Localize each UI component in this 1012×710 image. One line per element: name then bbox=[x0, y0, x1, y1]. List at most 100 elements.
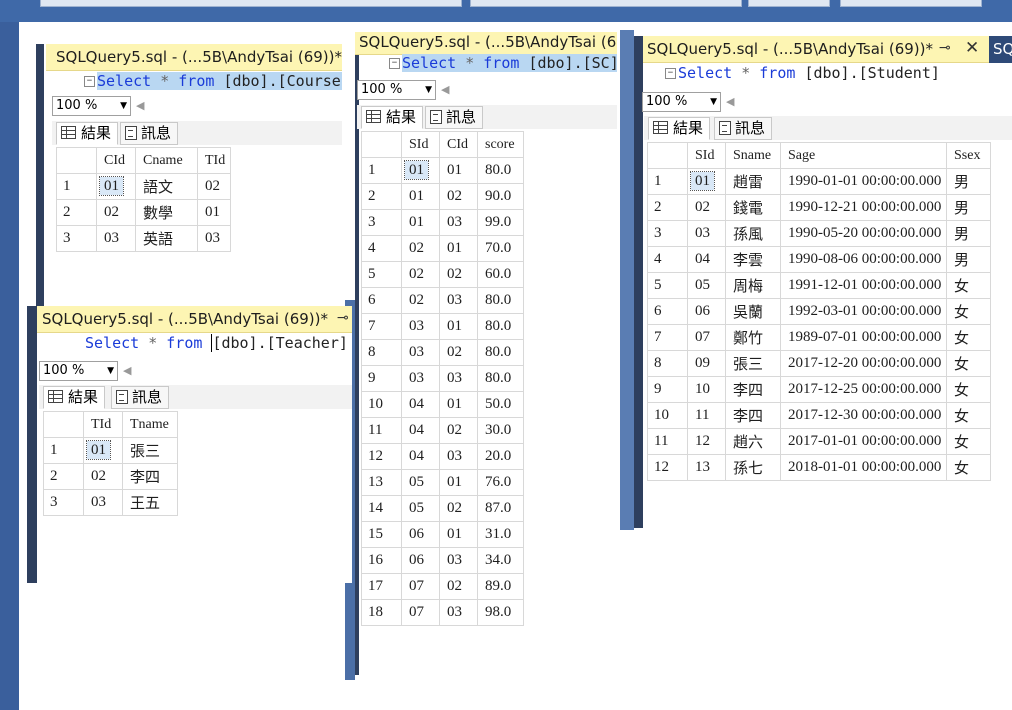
row-number[interactable]: 18 bbox=[361, 599, 402, 626]
table-cell[interactable]: 02 bbox=[439, 573, 478, 600]
row-number[interactable]: 12 bbox=[647, 454, 688, 481]
table-cell[interactable]: 趙六 bbox=[725, 428, 781, 455]
column-header[interactable]: score bbox=[477, 131, 524, 158]
table-cell[interactable]: 03 bbox=[439, 365, 478, 392]
table-cell[interactable]: 趙雷 bbox=[725, 168, 781, 195]
table-cell[interactable]: 60.0 bbox=[477, 261, 524, 288]
row-number[interactable]: 3 bbox=[43, 489, 84, 516]
table-cell[interactable]: 02 bbox=[401, 287, 440, 314]
table-cell[interactable]: 12 bbox=[687, 428, 726, 455]
table-row[interactable]: 11 04 02 30.0 bbox=[361, 417, 524, 444]
row-number[interactable]: 2 bbox=[43, 463, 84, 490]
table-row[interactable]: 5 02 02 60.0 bbox=[361, 261, 524, 288]
row-number[interactable]: 12 bbox=[361, 443, 402, 470]
row-number[interactable]: 4 bbox=[647, 246, 688, 273]
row-number[interactable]: 5 bbox=[647, 272, 688, 299]
tab-messages[interactable]: 訊息 bbox=[425, 106, 484, 129]
table-cell[interactable]: 01 bbox=[83, 437, 123, 464]
scroll-left-icon[interactable]: ◀ bbox=[136, 96, 144, 116]
scroll-left-icon[interactable]: ◀ bbox=[441, 80, 449, 100]
table-cell[interactable]: 09 bbox=[687, 350, 726, 377]
row-number[interactable]: 11 bbox=[647, 428, 688, 455]
sql-editor-line[interactable]: Select * from [dbo].[Teacher] bbox=[85, 334, 348, 356]
table-cell[interactable]: 01 bbox=[439, 469, 478, 496]
table-cell[interactable]: 05 bbox=[687, 272, 726, 299]
table-cell[interactable]: 1990-01-01 00:00:00.000 bbox=[780, 168, 947, 195]
table-cell[interactable]: 1989-07-01 00:00:00.000 bbox=[780, 324, 947, 351]
table-cell[interactable]: 02 bbox=[439, 183, 478, 210]
table-cell[interactable]: 01 bbox=[439, 313, 478, 340]
row-number[interactable]: 10 bbox=[361, 391, 402, 418]
table-cell[interactable]: 31.0 bbox=[477, 521, 524, 548]
table-row[interactable]: 3 03 王五 bbox=[43, 489, 178, 516]
table-row[interactable]: 15 06 01 31.0 bbox=[361, 521, 524, 548]
column-header[interactable]: TId bbox=[83, 411, 123, 438]
table-cell[interactable]: 01 bbox=[401, 157, 440, 184]
sql-editor-line[interactable]: − Select * from [dbo].[Student] bbox=[665, 64, 940, 86]
table-cell[interactable]: 80.0 bbox=[477, 287, 524, 314]
table-cell[interactable]: 70.0 bbox=[477, 235, 524, 262]
table-cell[interactable]: 04 bbox=[687, 246, 726, 273]
row-number[interactable]: 11 bbox=[361, 417, 402, 444]
table-cell[interactable]: 05 bbox=[401, 495, 440, 522]
table-cell[interactable]: 錢電 bbox=[725, 194, 781, 221]
table-cell[interactable]: 李四 bbox=[122, 463, 178, 490]
table-cell[interactable]: 01 bbox=[401, 209, 440, 236]
table-cell[interactable]: 02 bbox=[401, 235, 440, 262]
pin-icon[interactable]: ⊸ bbox=[337, 310, 349, 326]
next-document-tab[interactable]: SQ bbox=[989, 36, 1012, 63]
table-cell[interactable]: 女 bbox=[946, 324, 991, 351]
table-cell[interactable]: 02 bbox=[83, 463, 123, 490]
table-row[interactable]: 3 03 孫風 1990-05-20 00:00:00.000 男 bbox=[647, 220, 991, 247]
table-cell[interactable]: 張三 bbox=[725, 350, 781, 377]
table-cell[interactable]: 04 bbox=[401, 443, 440, 470]
table-cell[interactable]: 07 bbox=[687, 324, 726, 351]
table-cell[interactable]: 2017-12-25 00:00:00.000 bbox=[780, 376, 947, 403]
table-cell[interactable]: 張三 bbox=[122, 437, 178, 464]
table-cell[interactable]: 02 bbox=[401, 261, 440, 288]
row-number[interactable]: 9 bbox=[647, 376, 688, 403]
table-cell[interactable]: 34.0 bbox=[477, 547, 524, 574]
table-cell[interactable]: 07 bbox=[401, 599, 440, 626]
sc-document-tab[interactable]: SQLQuery5.sql - (...5B\AndyTsai (6 bbox=[355, 32, 617, 55]
table-cell[interactable]: 99.0 bbox=[477, 209, 524, 236]
table-row[interactable]: 6 06 吳蘭 1992-03-01 00:00:00.000 女 bbox=[647, 298, 991, 325]
table-row[interactable]: 2 02 數學 01 bbox=[56, 199, 231, 226]
collapse-icon[interactable]: − bbox=[389, 58, 400, 69]
table-row[interactable]: 8 03 02 80.0 bbox=[361, 339, 524, 366]
table-cell[interactable]: 女 bbox=[946, 376, 991, 403]
table-cell[interactable]: 女 bbox=[946, 298, 991, 325]
column-header[interactable]: Sname bbox=[725, 142, 781, 169]
table-cell[interactable]: 07 bbox=[401, 573, 440, 600]
column-header[interactable]: Cname bbox=[135, 147, 198, 174]
scroll-left-icon[interactable]: ◀ bbox=[123, 361, 131, 381]
row-number[interactable]: 6 bbox=[361, 287, 402, 314]
table-row[interactable]: 4 04 李雲 1990-08-06 00:00:00.000 男 bbox=[647, 246, 991, 273]
course-document-tab[interactable]: SQLQuery5.sql - (...5B\AndyTsai (69))* bbox=[46, 44, 342, 71]
student-document-tab[interactable]: SQLQuery5.sql - (...5B\AndyTsai (69))* ⊸… bbox=[643, 36, 989, 63]
table-cell[interactable]: 04 bbox=[401, 417, 440, 444]
table-cell[interactable]: 06 bbox=[401, 547, 440, 574]
row-number[interactable]: 14 bbox=[361, 495, 402, 522]
table-row[interactable]: 5 05 周梅 1991-12-01 00:00:00.000 女 bbox=[647, 272, 991, 299]
row-number[interactable]: 13 bbox=[361, 469, 402, 496]
table-cell[interactable]: 03 bbox=[401, 339, 440, 366]
table-row[interactable]: 1 01 張三 bbox=[43, 437, 178, 464]
table-row[interactable]: 18 07 03 98.0 bbox=[361, 599, 524, 626]
table-cell[interactable]: 女 bbox=[946, 454, 991, 481]
table-row[interactable]: 9 03 03 80.0 bbox=[361, 365, 524, 392]
table-row[interactable]: 7 07 鄭竹 1989-07-01 00:00:00.000 女 bbox=[647, 324, 991, 351]
row-number[interactable]: 2 bbox=[647, 194, 688, 221]
table-row[interactable]: 17 07 02 89.0 bbox=[361, 573, 524, 600]
table-cell[interactable]: 03 bbox=[96, 225, 136, 252]
teacher-document-tab[interactable]: SQLQuery5.sql - (...5B\AndyTsai (69))* ⊸ bbox=[37, 306, 352, 333]
sql-editor-line[interactable]: − Select * from [dbo].[Course] bbox=[84, 72, 342, 94]
table-cell[interactable]: 01 bbox=[401, 183, 440, 210]
table-cell[interactable]: 03 bbox=[687, 220, 726, 247]
table-cell[interactable]: 03 bbox=[197, 225, 231, 252]
table-cell[interactable]: 男 bbox=[946, 194, 991, 221]
zoom-select[interactable]: 100 % ▼ bbox=[357, 80, 436, 100]
row-number[interactable]: 6 bbox=[647, 298, 688, 325]
row-header-corner[interactable] bbox=[56, 147, 97, 174]
table-cell[interactable]: 03 bbox=[83, 489, 123, 516]
